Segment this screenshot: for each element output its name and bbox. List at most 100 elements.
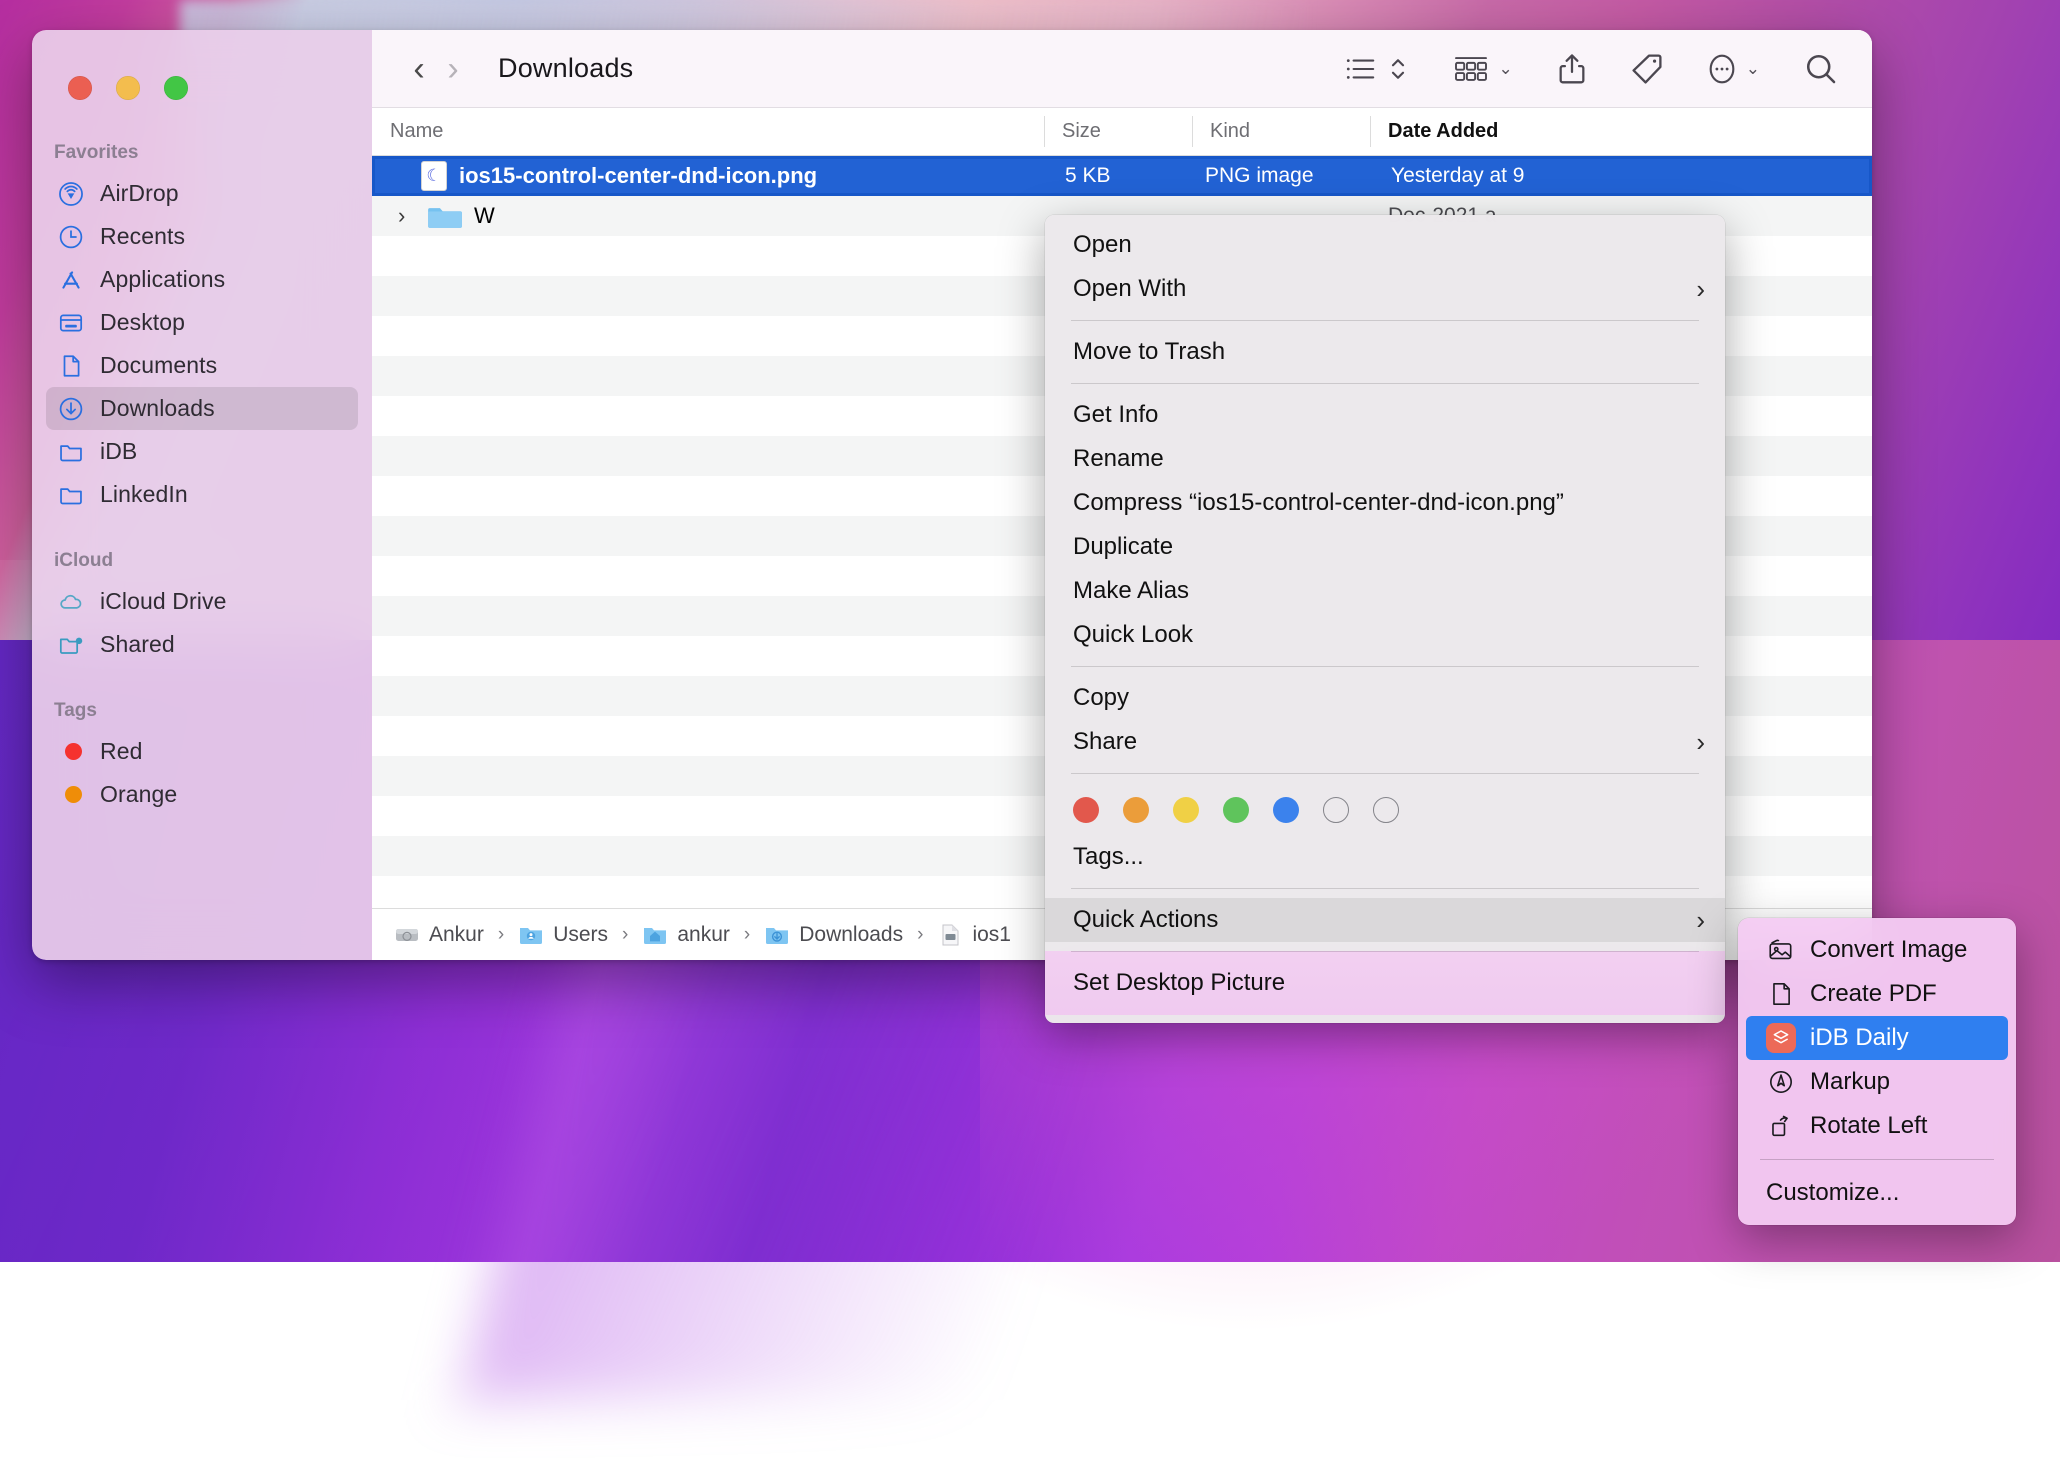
tag-color-swatches[interactable]: [1045, 783, 1725, 835]
column-header-date-added[interactable]: Date Added: [1370, 108, 1872, 155]
submenu-item-rotate-left[interactable]: Rotate Left: [1746, 1104, 2008, 1148]
sidebar-item-tag-red[interactable]: Red: [46, 730, 358, 773]
back-button[interactable]: ‹: [402, 52, 436, 86]
menu-separator: [1071, 320, 1699, 321]
more-actions-button[interactable]: ⌄: [1707, 52, 1760, 86]
menu-item-compress[interactable]: Compress “ios15-control-center-dnd-icon.…: [1045, 481, 1725, 525]
submenu-item-customize[interactable]: Customize...: [1746, 1171, 2008, 1215]
document-icon: [58, 353, 84, 379]
file-name-label: W: [474, 203, 495, 229]
tag-swatch-green[interactable]: [1223, 797, 1249, 823]
breadcrumb-item-users[interactable]: Users: [518, 922, 608, 948]
chevron-down-icon: ⌄: [1499, 59, 1513, 79]
sidebar-item-icloud-drive[interactable]: iCloud Drive: [46, 580, 358, 623]
column-header-kind[interactable]: Kind: [1192, 108, 1370, 155]
file-name-cell: ☾ ios15-control-center-dnd-icon.png: [375, 161, 1047, 191]
minimize-button[interactable]: [116, 76, 140, 100]
search-icon: [1804, 52, 1838, 86]
submenu-item-label: Customize...: [1766, 1179, 1899, 1207]
menu-item-label: Quick Actions: [1073, 906, 1696, 934]
sidebar-item-downloads[interactable]: Downloads: [46, 387, 358, 430]
menu-item-label: Duplicate: [1073, 533, 1705, 561]
chevron-right-icon: ›: [1696, 274, 1705, 305]
sidebar-item-linkedin[interactable]: LinkedIn: [46, 473, 358, 516]
menu-item-label: Share: [1073, 728, 1696, 756]
forward-button[interactable]: ›: [436, 52, 470, 86]
chevron-down-icon: ⌄: [1746, 59, 1760, 79]
group-view-icon: [1452, 54, 1490, 84]
menu-separator: [1071, 888, 1699, 889]
tag-button[interactable]: [1631, 53, 1663, 85]
sidebar-item-airdrop[interactable]: AirDrop: [46, 172, 358, 215]
file-name-label: ios15-control-center-dnd-icon.png: [459, 163, 817, 189]
tag-swatch-none-1[interactable]: [1323, 797, 1349, 823]
breadcrumb-item-file[interactable]: ios1: [937, 922, 1011, 948]
menu-item-open-with[interactable]: Open With ›: [1045, 267, 1725, 311]
shared-folder-icon: [58, 632, 84, 658]
menu-item-quick-look[interactable]: Quick Look: [1045, 613, 1725, 657]
menu-item-quick-actions[interactable]: Quick Actions ›: [1045, 898, 1725, 942]
column-header-name[interactable]: Name: [372, 108, 1044, 155]
menu-item-copy[interactable]: Copy: [1045, 676, 1725, 720]
png-file-icon: [937, 922, 963, 948]
menu-item-label: Move to Trash: [1073, 338, 1705, 366]
sidebar-item-documents[interactable]: Documents: [46, 344, 358, 387]
menu-item-make-alias[interactable]: Make Alias: [1045, 569, 1725, 613]
close-button[interactable]: [68, 76, 92, 100]
sidebar-item-idb[interactable]: iDB: [46, 430, 358, 473]
desktop-icon: [58, 310, 84, 336]
tag-swatch-none-2[interactable]: [1373, 797, 1399, 823]
moon-file-icon: ☾: [421, 161, 447, 191]
menu-item-label: Open With: [1073, 275, 1696, 303]
sidebar-item-label: Shared: [100, 631, 175, 658]
tag-swatch-red[interactable]: [1073, 797, 1099, 823]
breadcrumb-item-ankur[interactable]: Ankur: [394, 922, 484, 948]
submenu-item-create-pdf[interactable]: Create PDF: [1746, 972, 2008, 1016]
column-headers: Name Size Kind Date Added: [372, 108, 1872, 156]
chevron-right-icon[interactable]: ›: [398, 203, 416, 229]
sidebar-item-tag-orange[interactable]: Orange: [46, 773, 358, 816]
column-header-size[interactable]: Size: [1044, 108, 1192, 155]
breadcrumb-separator: ›: [917, 924, 923, 946]
menu-item-tags[interactable]: Tags...: [1045, 835, 1725, 879]
quick-actions-submenu[interactable]: Convert Image Create PDF iDB Daily: [1738, 918, 2016, 1225]
tag-swatch-blue[interactable]: [1273, 797, 1299, 823]
zoom-button[interactable]: [164, 76, 188, 100]
menu-item-set-desktop-picture[interactable]: Set Desktop Picture: [1045, 961, 1725, 1005]
tag-swatch-orange[interactable]: [1123, 797, 1149, 823]
search-button[interactable]: [1804, 52, 1838, 86]
breadcrumb-item-ankur-home[interactable]: ankur: [642, 922, 730, 948]
view-list-button[interactable]: [1345, 54, 1408, 84]
menu-separator: [1071, 666, 1699, 667]
sidebar-item-recents[interactable]: Recents: [46, 215, 358, 258]
menu-item-label: Copy: [1073, 684, 1705, 712]
sidebar-item-shared[interactable]: Shared: [46, 623, 358, 666]
sidebar-item-desktop[interactable]: Desktop: [46, 301, 358, 344]
table-row[interactable]: ☾ ios15-control-center-dnd-icon.png 5 KB…: [372, 156, 1872, 196]
file-name-cell: › W: [372, 203, 1044, 230]
submenu-item-convert-image[interactable]: Convert Image: [1746, 928, 2008, 972]
menu-item-open[interactable]: Open: [1045, 223, 1725, 267]
share-button[interactable]: [1557, 52, 1587, 86]
menu-item-get-info[interactable]: Get Info: [1045, 393, 1725, 437]
sort-icon[interactable]: [1388, 54, 1408, 84]
group-view-button[interactable]: ⌄: [1452, 54, 1513, 84]
window-controls[interactable]: [32, 30, 372, 100]
context-menu[interactable]: Open Open With › Move to Trash Get Info …: [1045, 215, 1725, 1023]
submenu-item-idb-daily[interactable]: iDB Daily: [1746, 1016, 2008, 1060]
submenu-item-markup[interactable]: Markup: [1746, 1060, 2008, 1104]
sidebar-item-applications[interactable]: Applications: [46, 258, 358, 301]
breadcrumb-label: ankur: [677, 923, 730, 947]
folder-icon: [58, 439, 84, 465]
submenu-separator: [1760, 1159, 1994, 1160]
breadcrumb-label: Ankur: [429, 923, 484, 947]
menu-item-move-to-trash[interactable]: Move to Trash: [1045, 330, 1725, 374]
tag-swatch-yellow[interactable]: [1173, 797, 1199, 823]
menu-item-share[interactable]: Share ›: [1045, 720, 1725, 764]
sidebar-item-label: iDB: [100, 438, 137, 465]
convert-image-icon: [1766, 935, 1796, 965]
menu-item-duplicate[interactable]: Duplicate: [1045, 525, 1725, 569]
share-icon: [1557, 52, 1587, 86]
menu-item-rename[interactable]: Rename: [1045, 437, 1725, 481]
breadcrumb-item-downloads[interactable]: Downloads: [764, 922, 903, 948]
